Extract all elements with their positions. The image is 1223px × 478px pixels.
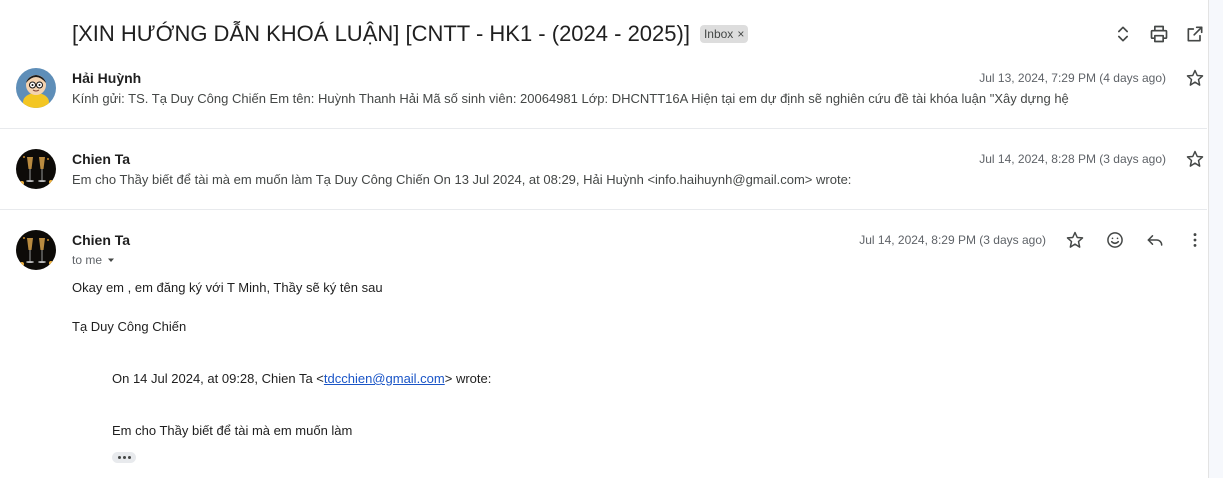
subject-row: [XIN HƯỚNG DẪN KHOÁ LUẬN] [CNTT - HK1 - …: [72, 18, 1203, 50]
message-date: Jul 13, 2024, 7:29 PM (4 days ago): [979, 71, 1166, 85]
star-icon: [1186, 150, 1204, 167]
more-vertical-icon: [1193, 233, 1197, 247]
emoji-icon: [1107, 232, 1123, 248]
message-date: Jul 14, 2024, 8:28 PM (3 days ago): [979, 152, 1166, 166]
recipients-label: to me: [72, 253, 103, 267]
print-icon: [1150, 25, 1168, 43]
inbox-label-text: Inbox: [703, 27, 734, 41]
dot: [117, 456, 121, 459]
remove-label-icon[interactable]: ×: [737, 27, 744, 41]
thread-header-actions: [1111, 22, 1207, 46]
star-icon: [1066, 231, 1084, 248]
star-icon: [1186, 69, 1204, 86]
add-reaction-button[interactable]: [1105, 230, 1125, 250]
reply-button[interactable]: [1145, 230, 1165, 250]
print-all-button[interactable]: [1147, 22, 1171, 46]
star-button[interactable]: [1185, 149, 1205, 169]
scrollbar-track[interactable]: [1208, 0, 1223, 478]
message-date: Jul 14, 2024, 8:29 PM (3 days ago): [859, 233, 1046, 247]
unfold-icon: [1118, 26, 1128, 42]
sender-avatar[interactable]: [16, 149, 56, 189]
show-trimmed-content-button[interactable]: [112, 452, 136, 463]
message-sender[interactable]: Hải Huỳnh: [72, 70, 141, 86]
champagne-avatar-icon: [16, 149, 56, 189]
message-body-line: Okay em , em đăng ký với T Minh, Thầy sẽ…: [72, 280, 383, 295]
star-button[interactable]: [1185, 68, 1205, 88]
quoted-header-suffix: > wrote:: [444, 371, 492, 386]
star-button[interactable]: [1065, 230, 1085, 250]
more-options-button[interactable]: [1185, 230, 1205, 250]
quoted-header-prefix: On 14 Jul 2024, at 09:28, Chien Ta <: [112, 371, 324, 386]
message-snippet[interactable]: Kính gửi: TS. Tạ Duy Công Chiến Em tên: …: [72, 91, 1069, 106]
open-in-new-window-icon: [1187, 26, 1203, 42]
champagne-avatar-icon: [16, 230, 56, 270]
dot: [127, 456, 131, 459]
recipients-toggle[interactable]: to me: [72, 253, 116, 267]
message-signature: Tạ Duy Công Chiến: [72, 319, 187, 334]
message-divider: [0, 209, 1207, 210]
thread-subject: [XIN HƯỚNG DẪN KHOÁ LUẬN] [CNTT - HK1 - …: [72, 21, 690, 46]
chevron-down-icon: [108, 258, 115, 262]
inbox-label-chip[interactable]: Inbox ×: [699, 25, 749, 43]
open-in-new-window-button[interactable]: [1183, 22, 1207, 46]
message-snippet[interactable]: Em cho Thầy biết để tài mà em muốn làm T…: [72, 172, 851, 187]
message-divider: [0, 128, 1207, 129]
reply-icon: [1147, 235, 1163, 246]
message-sender[interactable]: Chien Ta: [72, 151, 130, 167]
sender-avatar[interactable]: [16, 68, 56, 108]
quoted-email-link[interactable]: tdcchien@gmail.com: [324, 371, 445, 386]
quoted-header: On 14 Jul 2024, at 09:28, Chien Ta <tdcc…: [112, 371, 491, 386]
expand-all-button[interactable]: [1111, 22, 1135, 46]
quoted-body: Em cho Thầy biết để tài mà em muốn làm: [112, 423, 353, 438]
cartoon-avatar-icon: [16, 68, 56, 108]
message-sender[interactable]: Chien Ta: [72, 232, 130, 248]
dot: [122, 456, 126, 459]
sender-avatar[interactable]: [16, 230, 56, 270]
